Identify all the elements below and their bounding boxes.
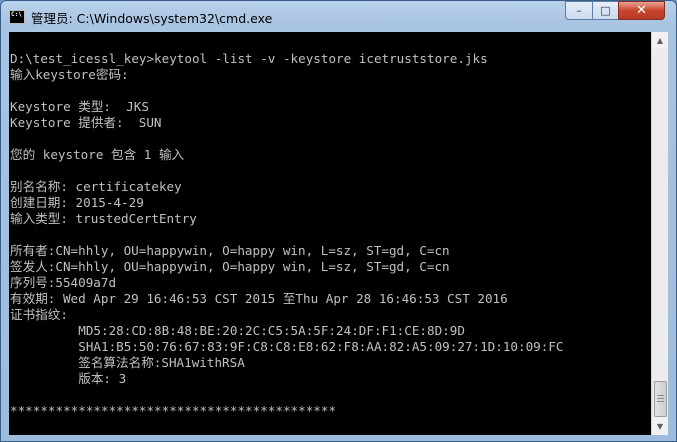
window-title: 管理员: C:\Windows\system32\cmd.exe xyxy=(31,11,273,26)
console-line: 版本: 3 xyxy=(10,371,127,386)
console-line: 序列号:55409a7d xyxy=(10,275,117,290)
cmd-icon-glyph: C:\ xyxy=(11,11,22,18)
console-line: Keystore 提供者: SUN xyxy=(10,115,162,130)
console-line: 证书指纹: xyxy=(10,307,68,322)
scroll-down-arrow-icon[interactable]: ▼ xyxy=(652,418,668,435)
close-button[interactable]: ✕ xyxy=(618,1,665,20)
console-line: 有效期: Wed Apr 29 16:46:53 CST 2015 至Thu A… xyxy=(10,291,508,306)
scroll-up-arrow-icon[interactable]: ▲ xyxy=(652,32,668,49)
console-line: MD5:28:CD:8B:48:BE:20:2C:C5:5A:5F:24:DF:… xyxy=(10,323,465,338)
console-output[interactable]: D:\test_icessl_key>keytool -list -v -key… xyxy=(9,32,651,435)
scroll-thumb[interactable] xyxy=(654,381,667,417)
cmd-window: C:\ 管理员: C:\Windows\system32\cmd.exe – □… xyxy=(0,0,677,442)
console-line: 您的 keystore 包含 1 输入 xyxy=(10,147,185,162)
scroll-grip xyxy=(657,398,664,399)
console-line: 别名名称: certificatekey xyxy=(10,179,182,194)
console-line: D:\test_icessl_key>keytool -list -v -key… xyxy=(10,51,488,66)
console-line: 输入类型: trustedCertEntry xyxy=(10,211,197,226)
title-bar[interactable]: C:\ 管理员: C:\Windows\system32\cmd.exe – □… xyxy=(1,1,676,33)
console-lines: D:\test_icessl_key>keytool -list -v -key… xyxy=(10,51,564,419)
console-line: 创建日期: 2015-4-29 xyxy=(10,195,144,210)
console-line: 输入keystore密码: xyxy=(10,67,129,82)
maximize-button[interactable]: □ xyxy=(592,1,619,20)
console-line: 签发人:CN=hhly, OU=happywin, O=happy win, L… xyxy=(10,259,450,274)
scroll-grip xyxy=(657,395,664,396)
vertical-scrollbar[interactable]: ▲ ▼ xyxy=(651,32,668,435)
scroll-grip xyxy=(657,401,664,402)
console-line: 所有者:CN=hhly, OU=happywin, O=happy win, L… xyxy=(10,243,450,258)
console-line: ****************************************… xyxy=(10,403,337,418)
cmd-app-icon[interactable]: C:\ xyxy=(9,10,25,24)
console-line: Keystore 类型: JKS xyxy=(10,99,149,114)
console-line: SHA1:B5:50:76:67:83:9F:C8:C8:E8:62:F8:AA… xyxy=(10,339,564,354)
minimize-button[interactable]: – xyxy=(565,1,593,20)
console-line: 签名算法名称:SHA1withRSA xyxy=(10,355,245,370)
